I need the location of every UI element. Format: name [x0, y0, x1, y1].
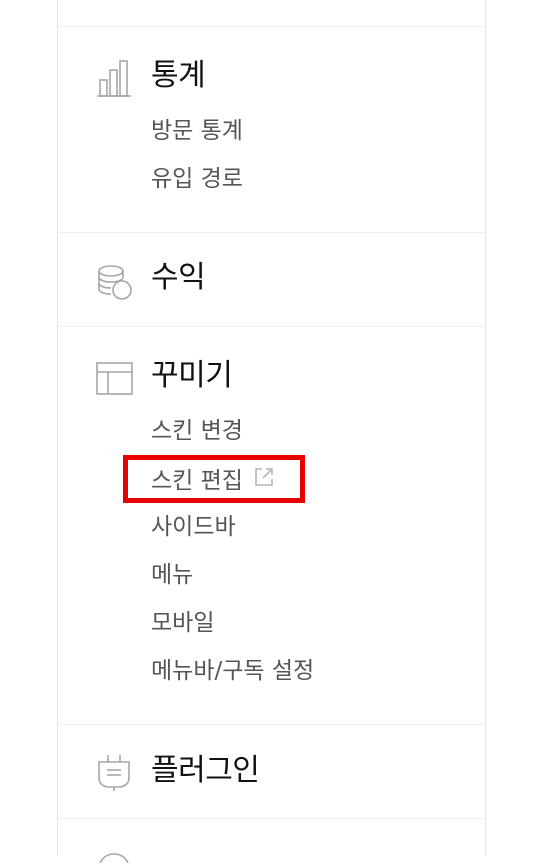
menu-item-sidebar[interactable]: 사이드바: [151, 516, 236, 539]
menu-item-referral-path[interactable]: 유입 경로: [151, 168, 243, 191]
section-title-plugin[interactable]: 플러그인: [151, 756, 260, 786]
admin-sidebar-menu: 통계 방문 통계 유입 경로 수익 꾸미기 스킨 변경 스킨 편집 사이드바 메…: [57, 0, 486, 864]
menu-item-skin-change[interactable]: 스킨 변경: [151, 420, 243, 443]
menu-item-menubar-subscribe-settings[interactable]: 메뉴바/구독 설정: [151, 660, 314, 683]
section-divider: [58, 724, 485, 725]
section-divider: [58, 26, 485, 27]
highlight-box: [123, 455, 305, 503]
section-title-stats[interactable]: 통계: [151, 61, 206, 91]
menu-item-visit-stats[interactable]: 방문 통계: [151, 120, 243, 143]
plug-icon: [96, 754, 132, 796]
menu-item-mobile[interactable]: 모바일: [151, 612, 214, 635]
section-title-decorate[interactable]: 꾸미기: [151, 361, 233, 391]
section-divider: [58, 232, 485, 233]
partial-section-icon: [96, 848, 132, 867]
section-divider: [58, 326, 485, 327]
section-title-revenue[interactable]: 수익: [151, 263, 206, 293]
bar-chart-icon: [96, 58, 132, 102]
section-divider: [58, 818, 485, 819]
layout-icon: [96, 362, 134, 400]
coins-icon: [96, 264, 136, 308]
menu-item-menu[interactable]: 메뉴: [151, 564, 193, 587]
